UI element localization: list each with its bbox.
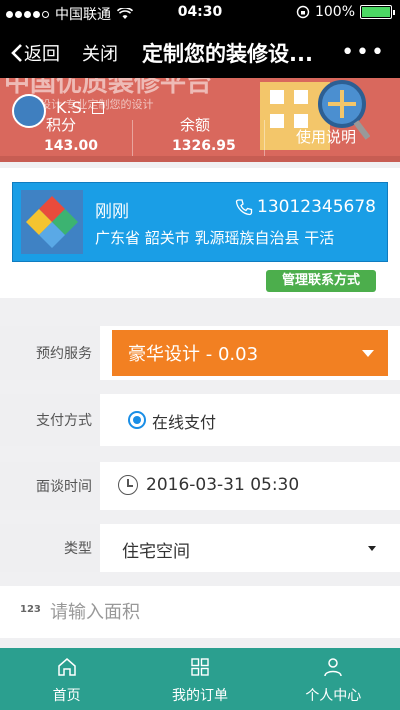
- tab-home-label: 首页: [52, 688, 81, 704]
- type-row: 类型 住宅空间: [0, 524, 400, 572]
- contact-phone: 13012345678: [235, 197, 376, 217]
- user-icon: [324, 658, 343, 677]
- status-bar: 中国联通 04:30 100%: [0, 0, 400, 26]
- company-logo-icon: [21, 190, 83, 254]
- time-label: 面谈时间: [0, 462, 100, 510]
- chevron-left-icon: [11, 44, 22, 62]
- nav-bar: 返回 关闭 定制您的装修设... •••: [0, 26, 400, 78]
- payment-row: 支付方式 在线支付: [0, 394, 400, 446]
- phone-icon: [235, 199, 253, 216]
- back-label: 返回: [24, 44, 60, 65]
- back-button[interactable]: 返回: [10, 40, 60, 66]
- dropdown-arrow-icon: [362, 350, 374, 357]
- payment-label: 支付方式: [0, 394, 100, 446]
- type-select[interactable]: 住宅空间: [122, 537, 190, 562]
- user-banner: 中国优质装修平台 设计 专业定制您的设计 K.S. 积分 143.00 余额 1…: [0, 78, 400, 162]
- payment-radio[interactable]: [128, 411, 146, 429]
- grid-icon: [191, 658, 209, 676]
- contact-address: 广东省 韶关市 乳源瑶族自治县 干活: [95, 229, 335, 247]
- home-icon: [57, 658, 76, 676]
- contact-card[interactable]: 刚刚 13012345678 广东省 韶关市 乳源瑶族自治县 干活: [12, 182, 388, 262]
- dropdown-arrow-icon: [368, 546, 376, 551]
- area-input[interactable]: [48, 594, 378, 630]
- points-label: 积分: [46, 116, 77, 134]
- service-select[interactable]: 豪华设计 - 0.03: [112, 330, 388, 376]
- tab-orders-label: 我的订单: [171, 688, 228, 704]
- type-label: 类型: [0, 524, 100, 572]
- points-value: 143.00: [44, 138, 99, 154]
- rotation-lock-icon: [296, 5, 310, 19]
- service-row: 预约服务 豪华设计 - 0.03: [0, 326, 400, 380]
- balance-value: 1326.95: [172, 138, 236, 154]
- time-row: 面谈时间 2016-03-31 05:30: [0, 462, 400, 510]
- banner-bottom-strip: [0, 156, 400, 162]
- time-picker[interactable]: 2016-03-31 05:30: [146, 475, 299, 495]
- divider: [264, 120, 265, 156]
- battery-percent: 100%: [314, 4, 355, 20]
- tab-orders[interactable]: 我的订单: [133, 648, 266, 710]
- service-label: 预约服务: [0, 326, 100, 380]
- balance-label: 余额: [180, 116, 211, 134]
- manage-contact-button[interactable]: 管理联系方式: [266, 270, 376, 292]
- page-title: 定制您的装修设...: [142, 42, 312, 66]
- divider: [132, 120, 133, 156]
- close-button[interactable]: 关闭: [82, 40, 118, 66]
- contact-name: 刚刚: [95, 202, 129, 222]
- more-menu-button[interactable]: •••: [341, 40, 386, 65]
- usage-guide-link[interactable]: 使用说明: [296, 126, 356, 147]
- tab-profile[interactable]: 个人中心: [267, 648, 400, 710]
- contact-section: 刚刚 13012345678 广东省 韶关市 乳源瑶族自治县 干活 管理联系方式: [0, 168, 400, 298]
- numeric-icon: 123: [20, 604, 41, 615]
- avatar[interactable]: [12, 94, 46, 128]
- tab-profile-label: 个人中心: [305, 688, 362, 704]
- battery-icon: [360, 5, 395, 19]
- clock-icon: [118, 475, 138, 495]
- area-row: 123: [0, 586, 400, 638]
- tab-home[interactable]: 首页: [0, 648, 133, 710]
- payment-option-label[interactable]: 在线支付: [152, 409, 216, 433]
- tab-bar: 首页 我的订单 个人中心: [0, 648, 400, 710]
